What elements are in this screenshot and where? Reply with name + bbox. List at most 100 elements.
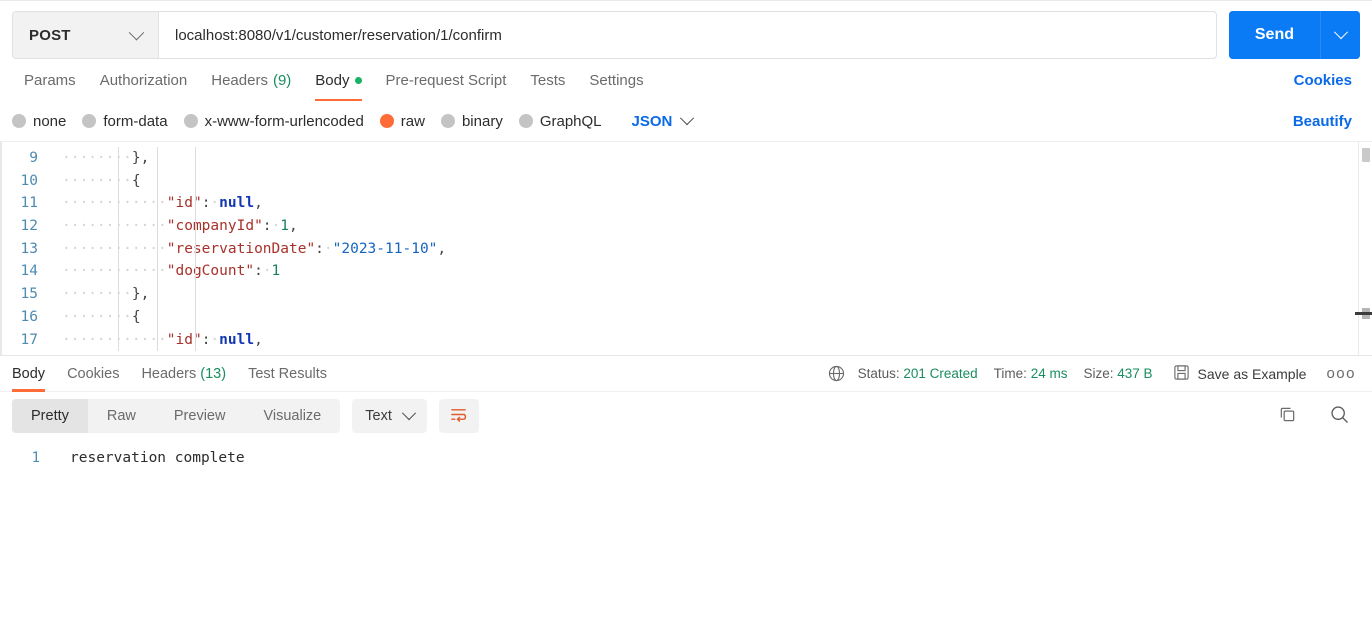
code-token: }, bbox=[131, 150, 150, 166]
code-token: , bbox=[437, 240, 447, 257]
editor-line[interactable]: 15 ········}, bbox=[2, 283, 1372, 306]
view-mode-visualize[interactable]: Visualize bbox=[244, 399, 340, 433]
code-token: · bbox=[271, 218, 281, 235]
code-token: "reservationDate" bbox=[166, 240, 316, 257]
body-type-binary[interactable]: binary bbox=[439, 113, 517, 130]
response-tab-headers[interactable]: Headers (13) bbox=[130, 356, 237, 392]
editor-line[interactable]: 17 ············"id":·null, bbox=[2, 328, 1372, 352]
whitespace-markers: ············ bbox=[62, 240, 167, 257]
response-tab-body[interactable]: Body bbox=[12, 356, 56, 392]
request-body-editor[interactable]: 9 ········}, 10 ········{11 ············"id"… bbox=[0, 141, 1372, 355]
copy-button[interactable] bbox=[1278, 405, 1297, 427]
body-type-none[interactable]: none bbox=[12, 113, 80, 130]
save-as-example-label: Save as Example bbox=[1197, 365, 1307, 382]
indent-guide bbox=[157, 192, 158, 216]
view-mode-pretty[interactable]: Pretty bbox=[12, 398, 88, 433]
editor-line[interactable]: 13 ············"reservationDate":·"2023-1… bbox=[2, 237, 1372, 261]
size-metric: Size: 437 B bbox=[1083, 366, 1152, 381]
whitespace-markers: ············ bbox=[62, 195, 167, 212]
scrollbar-thumb[interactable] bbox=[1362, 148, 1370, 162]
http-method-selector[interactable]: POST bbox=[13, 12, 159, 58]
more-horizontal-icon[interactable]: ooo bbox=[1322, 365, 1360, 382]
editor-line[interactable]: 12 ············"companyId":·1, bbox=[2, 215, 1372, 238]
search-button[interactable] bbox=[1329, 404, 1350, 428]
view-mode-raw[interactable]: Raw bbox=[88, 399, 155, 433]
whitespace-markers: ············ bbox=[62, 218, 167, 235]
body-type-x-www-form-urlencoded[interactable]: x-www-form-urlencoded bbox=[182, 113, 378, 130]
code-token: , bbox=[254, 331, 263, 348]
editor-lines[interactable]: 9 ········}, 10 ········{11 ············"id"… bbox=[2, 142, 1372, 352]
request-url-input[interactable] bbox=[159, 12, 1216, 58]
editor-line[interactable]: 10 ········{ bbox=[2, 169, 1372, 193]
indent-guide bbox=[157, 147, 158, 170]
response-tab-test-results[interactable]: Test Results bbox=[237, 356, 338, 392]
editor-line[interactable]: 16 ········{ bbox=[2, 305, 1372, 329]
raw-format-selector[interactable]: JSON bbox=[616, 111, 703, 130]
indent-guide bbox=[195, 215, 196, 238]
radio-icon bbox=[518, 114, 533, 128]
size-label: Size: bbox=[1083, 366, 1114, 381]
editor-line-number: 13 bbox=[20, 240, 38, 257]
response-status-bar: Body Cookies Headers (13) Test Results S… bbox=[0, 355, 1372, 392]
tab-headers[interactable]: Headers (9) bbox=[199, 59, 303, 101]
tab-label: Cookies bbox=[67, 365, 120, 382]
tab-tests[interactable]: Tests bbox=[518, 59, 577, 101]
search-icon bbox=[1329, 404, 1350, 428]
code-token: · bbox=[210, 195, 220, 212]
tab-label: Body bbox=[315, 71, 350, 89]
editor-line[interactable]: 11 ············"id":·null, bbox=[2, 192, 1372, 216]
body-type-raw[interactable]: raw bbox=[378, 113, 439, 130]
response-tab-cookies[interactable]: Cookies bbox=[56, 356, 130, 392]
scrollbar-marker-line bbox=[1355, 312, 1372, 315]
time-label: Time: bbox=[993, 366, 1027, 381]
editor-vertical-scrollbar[interactable] bbox=[1355, 142, 1372, 355]
whitespace-markers: ············ bbox=[62, 331, 167, 348]
tab-body[interactable]: Body bbox=[303, 59, 373, 101]
body-type-label: none bbox=[33, 112, 67, 130]
whitespace-markers: ············ bbox=[62, 263, 167, 280]
response-body-lines: 1 reservation complete bbox=[0, 447, 1372, 469]
body-type-graphql[interactable]: GraphQL bbox=[517, 113, 616, 130]
send-group: Send bbox=[1228, 11, 1360, 59]
indent-guide bbox=[118, 328, 119, 352]
beautify-link[interactable]: Beautify bbox=[1293, 113, 1352, 130]
response-format-selector[interactable]: Text bbox=[352, 398, 427, 433]
time-metric: Time: 24 ms bbox=[994, 366, 1068, 381]
tab-authorization[interactable]: Authorization bbox=[88, 59, 200, 101]
tab-settings[interactable]: Settings bbox=[577, 59, 655, 101]
indent-guide bbox=[118, 260, 119, 284]
response-body-viewer[interactable]: 1 reservation complete bbox=[0, 439, 1372, 584]
http-method-label: POST bbox=[29, 26, 71, 44]
indent-guide bbox=[195, 283, 196, 306]
editor-line-code: ········{ bbox=[52, 169, 196, 193]
chevron-down-icon bbox=[680, 111, 695, 126]
time-value: 24 ms bbox=[1030, 366, 1068, 381]
code-token: }, bbox=[131, 286, 150, 303]
code-token: : bbox=[315, 240, 324, 257]
code-token: "dogCount" bbox=[166, 263, 255, 280]
body-type-form-data[interactable]: form-data bbox=[80, 113, 181, 130]
wrap-text-button[interactable] bbox=[438, 398, 479, 433]
globe-icon[interactable] bbox=[827, 364, 846, 383]
editor-line-number: 9 bbox=[29, 150, 38, 166]
whitespace-markers: ········ bbox=[62, 286, 132, 303]
body-type-label: form-data bbox=[103, 112, 168, 130]
editor-line[interactable]: 9 ········}, bbox=[2, 147, 1372, 170]
cookies-link[interactable]: Cookies bbox=[1294, 72, 1352, 89]
send-options-button[interactable] bbox=[1320, 11, 1360, 59]
tab-params[interactable]: Params bbox=[12, 59, 88, 101]
view-mode-preview[interactable]: Preview bbox=[155, 399, 245, 433]
body-type-label: x-www-form-urlencoded bbox=[204, 112, 364, 130]
code-token: : bbox=[254, 263, 263, 280]
editor-line[interactable]: 14 ············"dogCount":·1 bbox=[2, 260, 1372, 284]
send-button[interactable]: Send bbox=[1228, 11, 1320, 59]
status-metric: Status: 201 Created bbox=[858, 366, 978, 381]
save-as-example-button[interactable]: Save as Example bbox=[1173, 364, 1307, 384]
body-type-label: binary bbox=[461, 112, 503, 130]
response-headers-count: (13) bbox=[200, 365, 227, 382]
tab-pre-request-script[interactable]: Pre-request Script bbox=[374, 59, 519, 101]
code-token: · bbox=[323, 240, 333, 257]
indent-guide bbox=[118, 215, 119, 238]
code-token: · bbox=[210, 331, 220, 348]
tab-label: Test Results bbox=[248, 365, 328, 382]
